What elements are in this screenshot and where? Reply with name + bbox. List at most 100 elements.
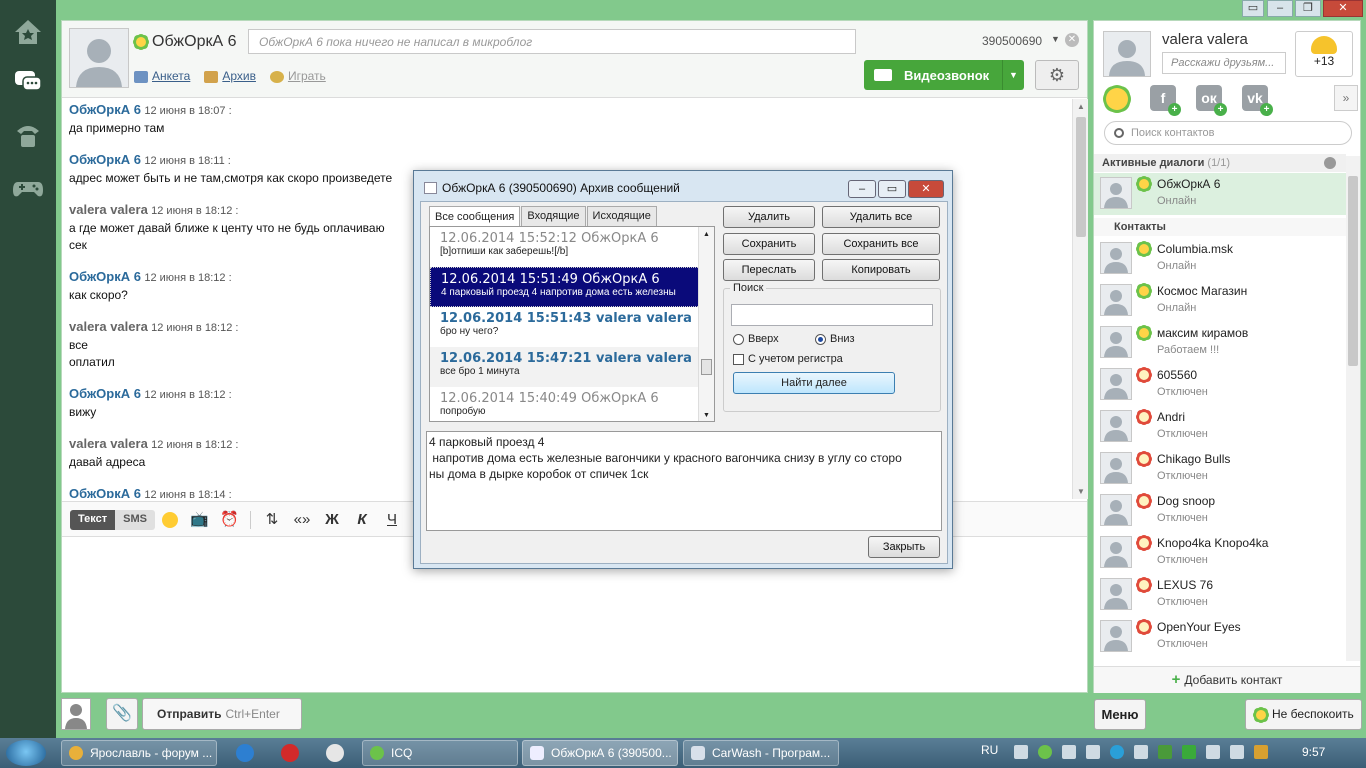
italic-button[interactable]: К — [353, 511, 371, 529]
taskbar-item-icq[interactable]: ICQ — [362, 740, 518, 766]
archive-row[interactable]: 12.06.2014 15:40:49 ОбжОркА 6 попробую — [430, 387, 714, 421]
archive-row[interactable]: 12.06.2014 15:47:21 valera valera все бро… — [430, 347, 714, 387]
taskbar-item-carwash[interactable]: CarWash - Програм... — [683, 740, 839, 766]
antivirus-icon[interactable] — [1158, 745, 1172, 759]
settings-gear-button[interactable]: ⚙ — [1035, 60, 1079, 90]
archive-search-input[interactable] — [731, 304, 933, 326]
tab-all[interactable]: Все сообщения — [429, 206, 521, 226]
archive-row[interactable]: 12.06.2014 15:51:49 ОбжОркА 64 парковый … — [430, 267, 714, 307]
my-name[interactable]: valera valera — [1162, 31, 1248, 48]
attach-file-button[interactable]: 📎 — [106, 698, 138, 730]
save-all-button[interactable]: Сохранить все — [822, 233, 940, 255]
play-link[interactable]: Играть — [269, 69, 326, 83]
maximize-button[interactable]: ❐ — [1295, 0, 1321, 17]
archive-row[interactable]: 12.06.2014 15:51:43 valera valera бро ну … — [430, 307, 714, 347]
active-dialogs-header[interactable]: Активные диалоги (1/1) — [1094, 154, 1346, 172]
more-networks-button[interactable]: » — [1334, 85, 1358, 111]
close-window-button[interactable]: ✕ — [1323, 0, 1363, 17]
archive-link[interactable]: Архив — [204, 69, 256, 83]
language-indicator[interactable]: RU — [981, 743, 998, 757]
tab-incoming[interactable]: Входящие — [521, 206, 586, 226]
mode-switch[interactable]: Текст SMS — [70, 510, 155, 530]
translit-icon[interactable]: ⇅ — [263, 511, 281, 529]
phone-icon[interactable] — [10, 118, 46, 154]
update-icon[interactable] — [1182, 745, 1196, 759]
contact-item[interactable]: LEXUS 76 Отключен — [1094, 574, 1346, 616]
radio-down[interactable]: Вниз — [815, 333, 855, 345]
do-not-disturb-button[interactable]: Не беспокоить — [1245, 699, 1362, 730]
videocall-button[interactable]: Видеозвонок ▼ — [864, 60, 1024, 90]
dialog-minimize-button[interactable]: – — [848, 180, 876, 198]
delete-all-button[interactable]: Удалить все — [822, 206, 940, 228]
profile-link[interactable]: Анкета — [134, 69, 190, 83]
games-icon[interactable] — [10, 170, 46, 206]
icq-tray-icon[interactable] — [1038, 745, 1052, 759]
network-icon[interactable] — [1062, 745, 1076, 759]
clock[interactable]: 9:57 — [1302, 745, 1325, 759]
contact-avatar[interactable] — [69, 28, 129, 88]
taskbar-item-archive[interactable]: ОбжОркА 6 (390500... — [522, 740, 678, 766]
collapse-icon[interactable] — [1324, 157, 1336, 169]
message-author[interactable]: valera valera — [69, 202, 148, 217]
close-button[interactable]: Закрыть — [868, 536, 940, 558]
taskbar-item-browser[interactable]: Ярославль - форум ... — [61, 740, 217, 766]
chat-scrollbar[interactable]: ▲ ▼ — [1072, 99, 1088, 499]
message-author[interactable]: ОбжОркА 6 — [69, 386, 141, 401]
delete-button[interactable]: Удалить — [723, 206, 815, 228]
add-contact-button[interactable]: + Добавить контакт — [1094, 666, 1360, 693]
message-preview[interactable]: 4 парковый проезд 4 напротив дома есть ж… — [426, 431, 942, 531]
copy-button[interactable]: Копировать — [822, 259, 940, 281]
skype-icon[interactable] — [1110, 745, 1124, 759]
weather-widget[interactable]: +13 — [1295, 31, 1353, 77]
close-chat-icon[interactable]: ✕ — [1065, 33, 1079, 47]
contact-item[interactable]: Knopo4ka Knopo4ka Отключен — [1094, 532, 1346, 574]
message-author[interactable]: ОбжОркА 6 — [69, 486, 141, 498]
contact-item[interactable]: максим кирамов Работаем !!! — [1094, 322, 1346, 364]
volume-icon[interactable] — [1230, 745, 1244, 759]
dialog-close-button[interactable]: ✕ — [908, 180, 944, 198]
status-input[interactable]: Расскажи друзьям... — [1162, 52, 1286, 74]
home-icon[interactable] — [10, 14, 46, 50]
tv-icon[interactable]: 📺 — [190, 511, 209, 529]
message-author[interactable]: ОбжОркА 6 — [69, 152, 141, 167]
message-author[interactable]: valera valera — [69, 319, 148, 334]
restore-small-button[interactable]: ▭ — [1242, 0, 1264, 17]
monitor-icon[interactable] — [1134, 745, 1148, 759]
contact-search-input[interactable]: Поиск контактов — [1104, 121, 1352, 145]
bold-button[interactable]: Ж — [323, 511, 341, 529]
mode-sms-tab[interactable]: SMS — [115, 510, 155, 530]
chats-icon[interactable] — [10, 64, 46, 100]
start-button[interactable] — [6, 740, 46, 766]
quote-button[interactable]: «» — [293, 511, 311, 529]
shield-icon[interactable] — [1254, 745, 1268, 759]
icq-flower-icon[interactable] — [1104, 85, 1130, 111]
contacts-scrollbar[interactable] — [1346, 156, 1360, 661]
ie-icon[interactable] — [236, 744, 254, 762]
contact-item[interactable]: ОбжОркА 6 Онлайн — [1094, 173, 1346, 215]
smiley-icon[interactable] — [162, 512, 178, 528]
message-author[interactable]: ОбжОркА 6 — [69, 269, 141, 284]
contact-item[interactable]: Andri Отключен — [1094, 406, 1346, 448]
videocall-dropdown-icon[interactable]: ▼ — [1002, 60, 1024, 90]
message-author[interactable]: ОбжОркА 6 — [69, 102, 141, 117]
my-avatar[interactable] — [1103, 31, 1151, 77]
contact-item[interactable]: 605560 Отключен — [1094, 364, 1346, 406]
alarm-icon[interactable]: ⏰ — [220, 511, 239, 529]
my-avatar-button[interactable] — [61, 698, 91, 730]
contact-item[interactable]: Chikago Bulls Отключен — [1094, 448, 1346, 490]
archive-scrollbar[interactable]: ▲ ▼ — [698, 227, 714, 421]
odnoklassniki-add-icon[interactable]: ок + — [1196, 85, 1227, 116]
vk-add-icon[interactable]: vk + — [1242, 85, 1273, 116]
device-icon[interactable] — [1206, 745, 1220, 759]
flag-icon[interactable] — [1086, 745, 1100, 759]
contact-item[interactable]: Dog snoop Отключен — [1094, 490, 1346, 532]
contact-uin[interactable]: 390500690 — [982, 34, 1042, 48]
send-button[interactable]: Отправить Ctrl+Enter — [142, 698, 302, 730]
underline-button[interactable]: Ч — [383, 511, 401, 529]
forward-button[interactable]: Переслать — [723, 259, 815, 281]
mode-text-tab[interactable]: Текст — [70, 510, 116, 530]
tab-outgoing[interactable]: Исходящие — [586, 206, 657, 226]
opera-icon[interactable] — [281, 744, 299, 762]
contact-item[interactable]: Columbia.msk Онлайн — [1094, 238, 1346, 280]
facebook-add-icon[interactable]: f + — [1150, 85, 1181, 116]
